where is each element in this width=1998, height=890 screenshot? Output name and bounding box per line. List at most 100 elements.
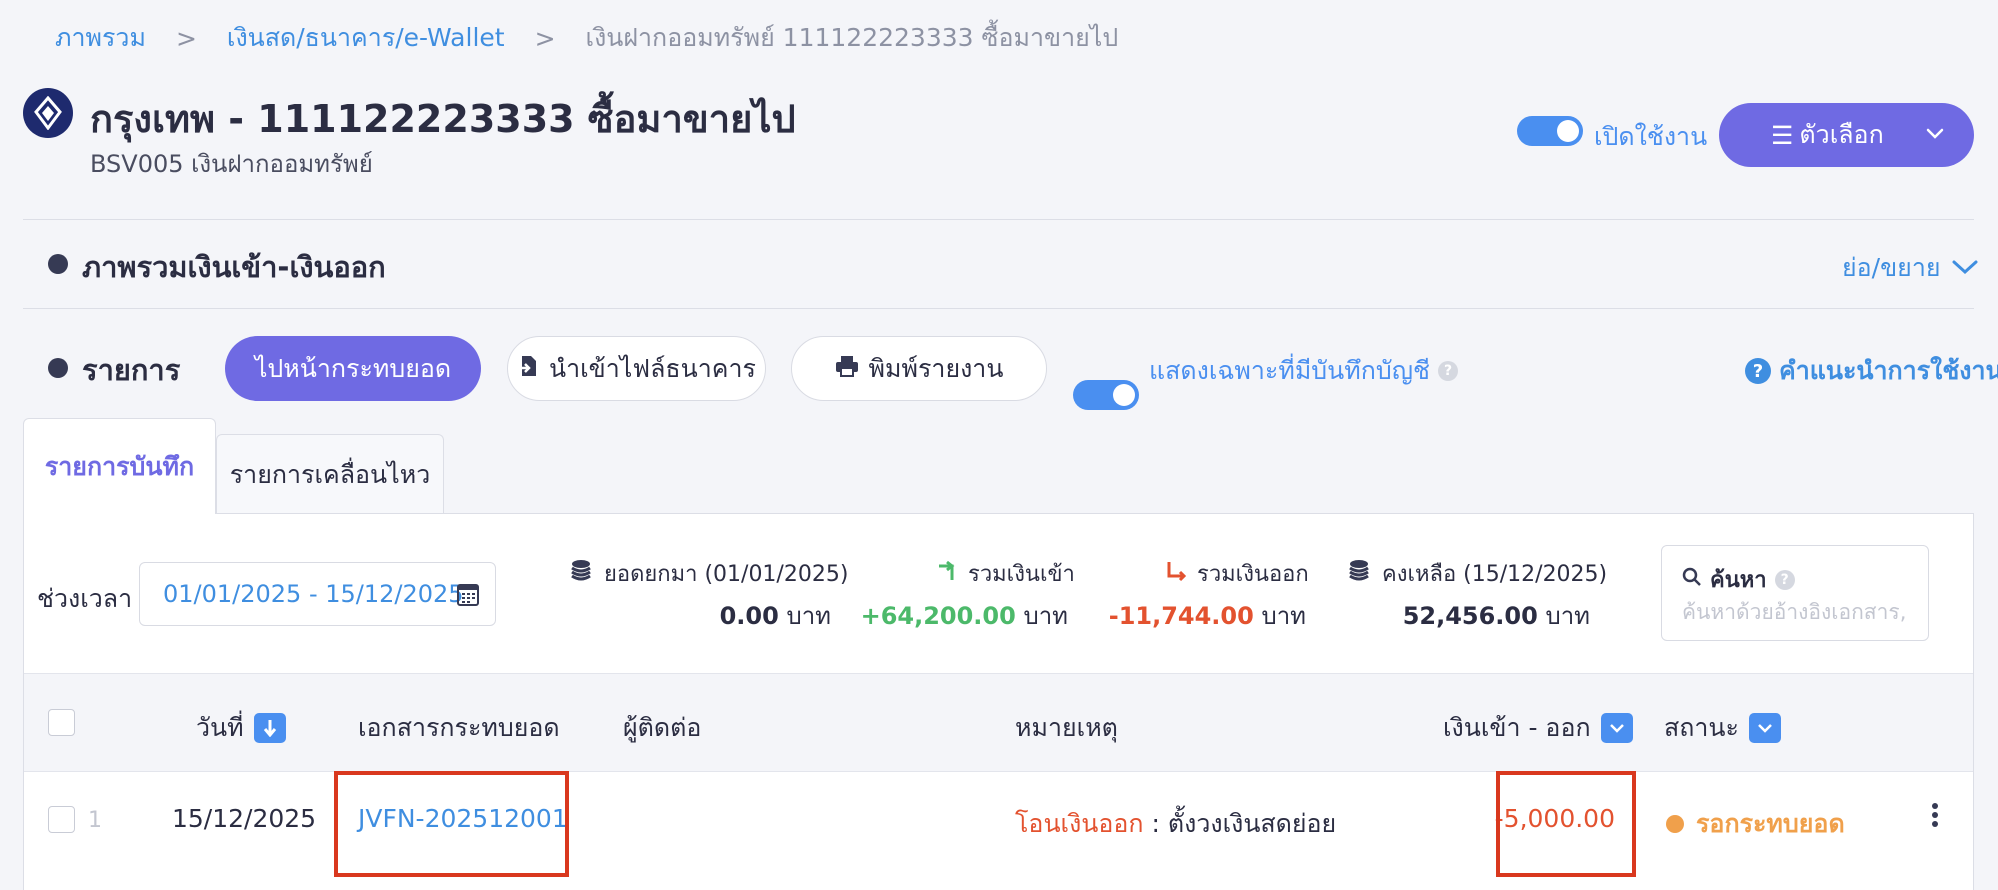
question-circle-icon: ? — [1745, 358, 1771, 384]
highlight-document — [334, 771, 569, 877]
total-out-label-text: รวมเงินออก — [1197, 562, 1309, 587]
reconcile-button[interactable]: ไปหน้ากระทบยอด — [225, 336, 481, 401]
currency-unit: บาท — [786, 602, 831, 630]
date-range-value: 01/01/2025 - 15/12/2025 — [163, 580, 464, 608]
more-options-icon[interactable] — [1931, 802, 1939, 834]
chevron-down-icon[interactable] — [1600, 713, 1633, 743]
show-only-text: แสดงเฉพาะที่มีบันทึกบัญชี — [1149, 356, 1431, 385]
divider — [23, 308, 1974, 309]
total-in-label-text: รวมเงินเข้า — [968, 562, 1075, 587]
currency-unit: บาท — [1023, 602, 1068, 630]
search-title: ค้นหา ? — [1682, 562, 1795, 597]
page-title: กรุงเทพ - 111122223333 ซื้อมาขายไป — [90, 97, 796, 141]
total-in-amount: +64,200.00 — [860, 602, 1016, 630]
column-document: เอกสารกระทบยอด — [358, 713, 560, 742]
row-date: 15/12/2025 — [172, 804, 317, 833]
import-bank-file-button[interactable]: นำเข้าไฟล์ธนาคาร — [507, 336, 766, 401]
show-only-recorded-label: แสดงเฉพาะที่มีบันทึกบัญชี ? — [1149, 351, 1459, 391]
transactions-title: รายการ — [82, 353, 181, 387]
balance-amount: 52,456.00 — [1402, 602, 1538, 630]
breadcrumb-separator: > — [175, 23, 197, 53]
total-in-value: +64,200.00 บาท — [861, 596, 1068, 635]
account-subtitle: BSV005 เงินฝากออมทรัพย์ — [90, 150, 373, 178]
column-date-label: วันที่ — [196, 713, 244, 742]
breadcrumb-separator: > — [534, 23, 556, 53]
section-bullet — [48, 358, 68, 378]
note-text: ตั้งวงเงินสดย่อย — [1167, 809, 1337, 838]
overview-title: ภาพรวมเงินเข้า-เงินออก — [82, 250, 386, 284]
column-amount[interactable]: เงินเข้า - ออก — [1443, 708, 1633, 748]
arrow-in-icon — [936, 560, 958, 588]
opening-balance-label: ยอดยกมา (01/01/2025) — [568, 556, 848, 591]
status-dot-icon — [1666, 815, 1684, 833]
search-input[interactable] — [1682, 600, 1918, 624]
print-label: พิมพ์รายงาน — [868, 353, 1004, 383]
select-all-checkbox[interactable] — [48, 709, 75, 736]
table-row[interactable]: 1 15/12/2025 JVFN-202512001 โอนเงินออก :… — [24, 772, 1973, 890]
opening-label-text: ยอดยกมา (01/01/2025) — [604, 562, 849, 587]
column-note: หมายเหตุ — [1015, 713, 1118, 742]
opening-balance-value: 0.00 บาท — [720, 596, 831, 635]
divider — [23, 219, 1974, 220]
calendar-icon — [457, 582, 479, 612]
collapse-toggle[interactable]: ย่อ/ขยาย — [1842, 248, 1979, 288]
total-out-value: -11,744.00 บาท — [1109, 596, 1306, 635]
tab-movements[interactable]: รายการเคลื่อนไหว — [216, 434, 444, 514]
tab-recorded-entries[interactable]: รายการบันทึก — [23, 418, 216, 514]
search-box: ค้นหา ? — [1661, 545, 1929, 641]
row-note: โอนเงินออก : ตั้งวงเงินสดย่อย — [1015, 804, 1336, 844]
column-status[interactable]: สถานะ — [1664, 708, 1781, 748]
chevron-down-icon — [1951, 254, 1979, 283]
collapse-label: ย่อ/ขยาย — [1842, 253, 1941, 282]
enable-toggle[interactable] — [1517, 116, 1583, 146]
enable-label: เปิดใช้งาน — [1594, 122, 1708, 151]
options-label: ตัวเลือก — [1799, 120, 1884, 149]
show-only-recorded-toggle[interactable] — [1073, 380, 1139, 410]
options-button[interactable]: ☰ ตัวเลือก — [1719, 103, 1974, 167]
column-date[interactable]: วันที่ — [196, 708, 286, 748]
help-icon[interactable]: ? — [1774, 569, 1795, 590]
arrow-out-icon — [1165, 560, 1187, 588]
note-type: โอนเงินออก — [1015, 809, 1144, 838]
printer-icon — [835, 354, 859, 383]
usage-guide-label: คำแนะนำการใช้งาน — [1779, 356, 1998, 385]
print-report-button[interactable]: พิมพ์รายงาน — [791, 336, 1047, 401]
usage-guide-link[interactable]: ? คำแนะนำการใช้งาน — [1745, 351, 1998, 391]
import-label: นำเข้าไฟล์ธนาคาร — [549, 353, 756, 383]
column-amount-label: เงินเข้า - ออก — [1443, 713, 1591, 742]
chevron-down-icon — [1924, 121, 1946, 150]
status-label: รอกระทบยอด — [1696, 809, 1845, 838]
bank-logo-icon — [23, 88, 73, 138]
balance-value: 52,456.00 บาท — [1403, 596, 1590, 635]
note-separator: : — [1143, 809, 1168, 838]
total-out-amount: -11,744.00 — [1108, 602, 1254, 630]
total-out-label: รวมเงินออก — [1165, 556, 1309, 591]
file-import-icon — [517, 354, 539, 384]
help-icon[interactable]: ? — [1438, 361, 1459, 381]
currency-unit: บาท — [1545, 602, 1590, 630]
chevron-down-icon[interactable] — [1748, 713, 1781, 743]
menu-icon: ☰ — [1771, 120, 1794, 150]
table-header: วันที่ เอกสารกระทบยอด ผู้ติดต่อ หมายเหตุ… — [24, 673, 1973, 772]
column-status-label: สถานะ — [1664, 713, 1739, 742]
search-icon — [1682, 567, 1702, 593]
total-in-label: รวมเงินเข้า — [936, 556, 1075, 591]
row-status: รอกระทบยอด — [1666, 804, 1845, 844]
row-checkbox[interactable] — [48, 806, 75, 833]
breadcrumb-cash-bank-link[interactable]: เงินสด/ธนาคาร/e-Wallet — [227, 18, 505, 58]
section-bullet — [48, 254, 68, 274]
row-index: 1 — [88, 808, 102, 833]
balance-label: คงเหลือ (15/12/2025) — [1346, 556, 1607, 591]
highlight-amount — [1496, 771, 1636, 877]
column-contact: ผู้ติดต่อ — [623, 713, 702, 742]
opening-amount: 0.00 — [719, 602, 779, 630]
balance-label-text: คงเหลือ (15/12/2025) — [1382, 562, 1608, 587]
sort-down-icon[interactable] — [253, 713, 286, 743]
breadcrumb: ภาพรวม > เงินสด/ธนาคาร/e-Wallet > เงินฝา… — [55, 18, 1118, 58]
coins-icon — [568, 558, 594, 590]
period-label: ช่วงเวลา — [37, 584, 133, 613]
breadcrumb-overview-link[interactable]: ภาพรวม — [55, 18, 146, 58]
coins-icon — [1346, 558, 1372, 590]
currency-unit: บาท — [1261, 602, 1306, 630]
date-range-picker[interactable]: 01/01/2025 - 15/12/2025 — [139, 562, 496, 626]
